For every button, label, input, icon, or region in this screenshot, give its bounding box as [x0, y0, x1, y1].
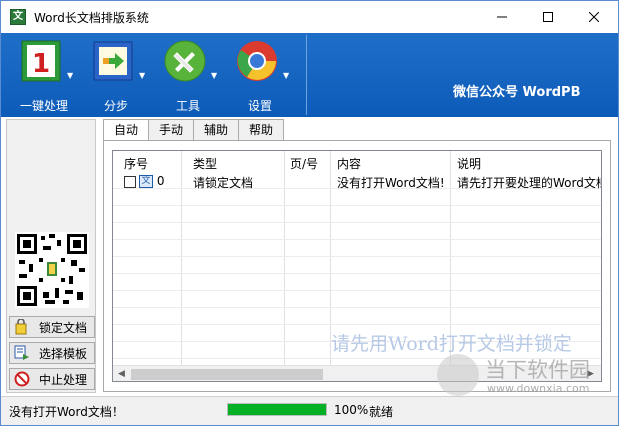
- site-logo-icon: [437, 354, 479, 396]
- chevron-down-icon[interactable]: ▼: [211, 71, 217, 80]
- tab-help[interactable]: 帮助: [238, 119, 285, 141]
- scroll-left-icon[interactable]: ◀: [113, 366, 130, 381]
- table-row: [113, 292, 601, 308]
- progress-fill: [228, 404, 326, 415]
- window-title: Word长文档排版系统: [34, 10, 149, 25]
- select-template-label: 选择模板: [38, 346, 87, 361]
- table-row: [113, 258, 601, 274]
- stop-processing-button[interactable]: 中止处理: [9, 368, 95, 390]
- title-bar: 文 Word长文档排版系统: [1, 1, 618, 33]
- status-state: 就绪: [369, 405, 394, 419]
- task-grid: 序号 类型 页/号 内容 说明 文 0 请锁定文档 没有打开Word文档! 请先…: [112, 150, 602, 382]
- hint-watermark: 请先用Word打开文档并锁定: [331, 333, 572, 355]
- toolbar: 1 ▼ 一键处理 ▼ 分步 ▼ 工具 ▼ 设置 微信公众号 WordPB: [1, 33, 618, 117]
- document-icon: 文: [139, 175, 153, 188]
- stop-icon: [14, 371, 30, 387]
- app-window: 文 Word长文档排版系统 1 ▼ 一键处理 ▼ 分步 ▼ 工具 ▼ 设置 微信…: [0, 0, 619, 426]
- brand-label: 微信公众号 WordPB: [453, 85, 581, 100]
- step-button[interactable]: ▼ 分步: [81, 39, 151, 115]
- table-row: [113, 309, 601, 325]
- maximize-button[interactable]: [525, 1, 571, 33]
- tab-bar: 自动 手动 辅助 帮助: [103, 119, 285, 142]
- stop-processing-label: 中止处理: [38, 372, 87, 387]
- chevron-down-icon[interactable]: ▼: [139, 71, 145, 80]
- table-row: [113, 190, 601, 206]
- tools-icon: [164, 40, 206, 82]
- table-row: [113, 275, 601, 291]
- status-bar: 没有打开Word文档！ 100% 就绪: [1, 396, 618, 425]
- minimize-icon: [497, 16, 507, 18]
- column-header[interactable]: 序号: [124, 155, 148, 172]
- one-key-button[interactable]: 1 ▼ 一键处理: [9, 39, 79, 115]
- column-header[interactable]: 说明: [457, 155, 481, 172]
- lock-document-button[interactable]: 锁定文档: [9, 316, 95, 338]
- tool-label: 设置: [247, 99, 272, 113]
- tools-button[interactable]: ▼ 工具: [153, 39, 223, 115]
- progress-bar: [227, 403, 327, 416]
- close-icon: [589, 12, 599, 22]
- lock-document-icon: [14, 319, 30, 335]
- table-row: [113, 207, 601, 223]
- one-key-icon: 1: [21, 40, 61, 82]
- select-template-button[interactable]: 选择模板: [9, 342, 95, 364]
- tab-assist[interactable]: 辅助: [193, 119, 240, 141]
- tab-manual[interactable]: 手动: [148, 119, 195, 141]
- table-row: [113, 224, 601, 240]
- minimize-button[interactable]: [479, 1, 525, 33]
- site-url: www.downxia.com: [487, 382, 590, 395]
- row-note-cell: 请先打开要处理的Word文档: [457, 176, 601, 190]
- chevron-down-icon[interactable]: ▼: [67, 71, 73, 80]
- chevron-down-icon[interactable]: ▼: [283, 71, 289, 80]
- tab-auto[interactable]: 自动: [103, 119, 150, 142]
- status-message: 没有打开Word文档！: [9, 405, 124, 419]
- row-index-cell: 文 0: [124, 174, 164, 188]
- column-header[interactable]: 页/号: [290, 155, 318, 172]
- app-icon: 文: [10, 9, 26, 25]
- left-panel: 锁定文档 选择模板 中止处理: [6, 119, 96, 393]
- scroll-thumb[interactable]: [131, 369, 323, 380]
- row-type-cell: 请锁定文档: [193, 176, 254, 190]
- tool-label: 一键处理: [19, 99, 68, 113]
- close-button[interactable]: [571, 1, 617, 33]
- settings-chrome-icon: [237, 41, 277, 81]
- tool-label: 工具: [175, 99, 200, 113]
- site-name: 当下软件园: [485, 358, 590, 382]
- lock-document-label: 锁定文档: [38, 320, 87, 335]
- table-row: [113, 241, 601, 257]
- row-index: 0: [156, 174, 165, 188]
- grid-header: 序号 类型 页/号 内容 说明: [113, 151, 601, 173]
- row-checkbox[interactable]: [124, 175, 136, 188]
- tool-group: 1 ▼ 一键处理 ▼ 分步 ▼ 工具 ▼ 设置: [7, 35, 307, 115]
- row-content-cell: 没有打开Word文档!: [337, 176, 445, 190]
- step-arrow-icon: [93, 41, 133, 81]
- tool-label: 分步: [103, 99, 128, 113]
- column-header[interactable]: 内容: [337, 155, 361, 172]
- settings-button[interactable]: ▼ 设置: [225, 39, 295, 115]
- qr-code-image: [15, 232, 89, 308]
- progress-percent: 100%: [334, 403, 369, 417]
- select-template-icon: [14, 345, 30, 361]
- table-row[interactable]: 文 0 请锁定文档 没有打开Word文档! 请先打开要处理的Word文档: [113, 173, 601, 190]
- svg-text:1: 1: [32, 49, 50, 79]
- column-header[interactable]: 类型: [193, 155, 217, 172]
- maximize-icon: [543, 12, 553, 22]
